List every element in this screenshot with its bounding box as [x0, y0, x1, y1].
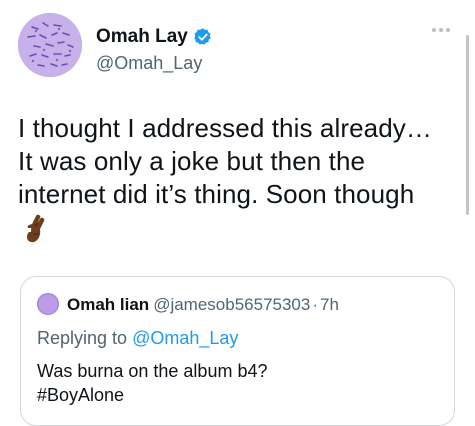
- crossed-fingers-emoji: [27, 214, 45, 243]
- verified-badge-icon: [194, 28, 211, 45]
- quoted-hashtag[interactable]: #BoyAlone: [37, 383, 267, 407]
- tweet-text-line: internet did it’s thing. Soon though: [18, 179, 415, 209]
- quoted-text: Was burna on the album b4? #BoyAlone: [37, 359, 267, 407]
- quoted-separator: ·: [312, 295, 319, 314]
- tweet-card: Omah Lay @Omah_Lay I thought I addressed…: [0, 0, 475, 426]
- quoted-timestamp[interactable]: 7h: [320, 295, 339, 314]
- more-dot: [446, 28, 450, 32]
- quoted-text-line: Was burna on the album b4?: [37, 361, 268, 381]
- tweet-text-line: It was only a joke but then the: [18, 146, 366, 176]
- more-horizontal-icon[interactable]: [432, 28, 450, 32]
- avatar-image: [18, 13, 82, 77]
- scrollbar[interactable]: [466, 35, 469, 215]
- more-dot: [439, 28, 443, 32]
- author-name-row: Omah Lay: [96, 26, 213, 48]
- replying-to: Replying to @Omah_Lay: [37, 327, 238, 349]
- author-handle[interactable]: @Omah_Lay: [96, 52, 202, 74]
- author-avatar[interactable]: [18, 13, 82, 77]
- author-display-name[interactable]: Omah Lay: [96, 26, 188, 48]
- quoted-header: Omah lian @jamesob56575303 · 7h: [67, 295, 339, 315]
- quoted-handle[interactable]: @jamesob56575303: [153, 295, 310, 314]
- quoted-author-avatar[interactable]: [37, 293, 59, 315]
- tweet-text-line: I thought I addressed this already…: [18, 113, 432, 143]
- more-dot: [432, 28, 436, 32]
- tweet-text: I thought I addressed this already… It w…: [18, 112, 463, 211]
- replying-to-mention[interactable]: @Omah_Lay: [132, 328, 238, 348]
- quoted-tweet[interactable]: Omah lian @jamesob56575303 · 7h Replying to…: [20, 276, 455, 426]
- replying-to-label: Replying to: [37, 328, 128, 348]
- quoted-display-name[interactable]: Omah lian: [67, 295, 149, 314]
